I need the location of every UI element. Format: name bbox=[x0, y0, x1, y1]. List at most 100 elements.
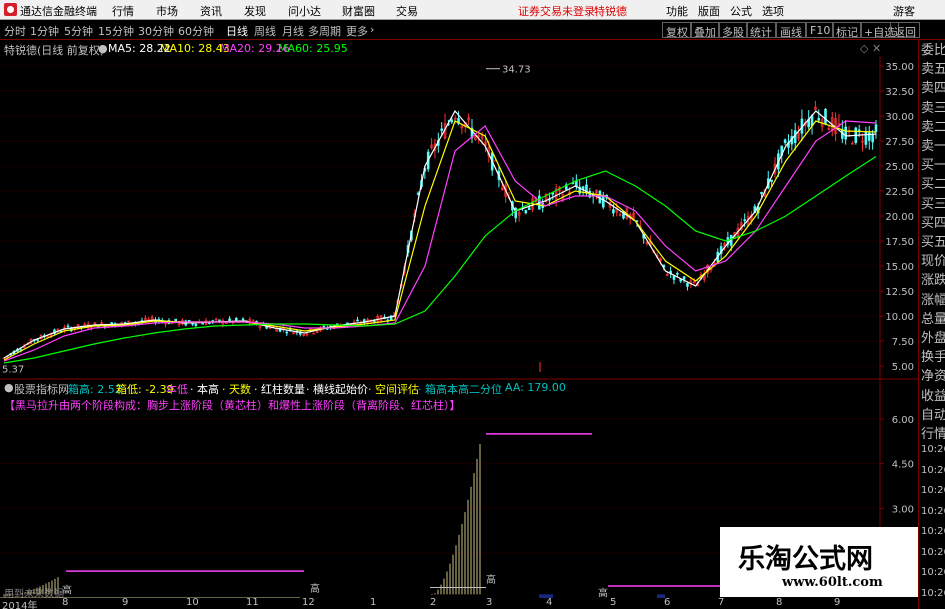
tab-1min[interactable]: 1分钟 bbox=[30, 23, 59, 39]
sidebar-item[interactable]: 外盘 bbox=[921, 332, 945, 345]
sidebar-item[interactable]: 换手 bbox=[921, 351, 945, 364]
price-tick-label: 12.50 bbox=[885, 287, 914, 298]
menu-hangqing[interactable]: 行情 bbox=[112, 3, 134, 19]
tab-30min[interactable]: 30分钟 bbox=[138, 23, 174, 39]
overlay-button[interactable]: 叠加 bbox=[690, 22, 720, 39]
sidebar-item[interactable]: 10:26 bbox=[921, 525, 945, 538]
x-tick-label: 9 bbox=[834, 597, 841, 608]
sidebar-item[interactable]: 卖五 bbox=[921, 63, 945, 76]
tab-fenshi[interactable]: 分时 bbox=[4, 23, 26, 39]
sidebar-item[interactable]: 涨跌 bbox=[921, 274, 945, 287]
candle-body bbox=[676, 272, 679, 275]
menu-faxian[interactable]: 发现 bbox=[244, 3, 266, 19]
sidebar-item[interactable]: 买四 bbox=[921, 217, 945, 230]
x-axis: 2014年 8 9 10 11 12 1 2 3 4 5 6 7 8 9 bbox=[0, 597, 918, 609]
sidebar-item[interactable]: 卖二 bbox=[921, 121, 945, 134]
tab-multi-period[interactable]: 多周期 bbox=[308, 23, 341, 39]
x-tick-label: 4 bbox=[546, 597, 553, 608]
mark-button[interactable]: 标记 bbox=[832, 22, 862, 39]
price-tick-label: 7.50 bbox=[892, 337, 914, 348]
sidebar-item[interactable]: 现价 bbox=[921, 255, 945, 268]
menu-caifuquan[interactable]: 财富圈 bbox=[342, 3, 375, 19]
menu-bar: 通达信金融终端 行情 市场 资讯 发现 问小达 财富圈 交易 证券交易未登录 特… bbox=[0, 0, 945, 20]
kline-chart[interactable]: 35.00 32.50 30.00 27.50 25.00 22.50 20.00 17.50… bbox=[0, 56, 918, 598]
gao-marker: 高 bbox=[310, 582, 320, 595]
price-tick-label: 32.50 bbox=[885, 87, 914, 98]
tab-monthly[interactable]: 月线 bbox=[282, 23, 304, 39]
candle-body bbox=[36, 339, 39, 341]
low-annotation: 5.37 bbox=[2, 364, 24, 375]
menu-gongshi[interactable]: 公式 bbox=[730, 3, 752, 19]
sidebar-item[interactable]: 10:26 bbox=[921, 464, 945, 477]
sidebar-item[interactable]: 卖四 bbox=[921, 82, 945, 95]
indicator-settings-icon[interactable]: ● bbox=[4, 381, 14, 394]
sidebar-item[interactable]: 委比 bbox=[921, 44, 945, 57]
menu-gongneng[interactable]: 功能 bbox=[666, 3, 688, 19]
sidebar-item[interactable]: 10:26 bbox=[921, 505, 945, 518]
sidebar-item[interactable]: 10:26 bbox=[921, 587, 945, 600]
multi-stock-button[interactable]: 多股 bbox=[718, 22, 748, 39]
sidebar-item[interactable]: 卖三 bbox=[921, 102, 945, 115]
high-annotation: 34.73 bbox=[502, 65, 531, 76]
candle-body bbox=[322, 325, 326, 328]
sidebar-item[interactable]: 10:26 bbox=[921, 484, 945, 497]
candle-body bbox=[527, 207, 531, 210]
sidebar-item[interactable]: 买一 bbox=[921, 159, 945, 172]
sidebar-item[interactable]: 10:26 bbox=[921, 546, 945, 559]
diamond-icon[interactable]: ◇ bbox=[860, 42, 868, 55]
sidebar-item[interactable]: 买二 bbox=[921, 178, 945, 191]
indicator-tick-label: 4.50 bbox=[892, 460, 914, 471]
back-button[interactable]: 返回 bbox=[890, 22, 920, 39]
sidebar-item[interactable]: 10:26 bbox=[921, 566, 945, 579]
menu-jiaoyi[interactable]: 交易 bbox=[396, 3, 418, 19]
f10-button[interactable]: F10 bbox=[806, 22, 835, 38]
tab-more[interactable]: 更多 bbox=[346, 23, 368, 39]
watermark-url: www.60lt.com bbox=[782, 575, 883, 590]
indicator-tick-label: 6.00 bbox=[892, 415, 914, 426]
sidebar-item[interactable]: 净资 bbox=[921, 370, 945, 383]
quote-sidebar[interactable]: 委比卖五卖四卖三卖二卖一买一买二买三买四买五现价涨跌涨幅总量外盘换手净资收益自动… bbox=[918, 40, 945, 609]
sidebar-item[interactable]: 买五 bbox=[921, 236, 945, 249]
price-tick-label: 17.50 bbox=[885, 237, 914, 248]
menu-wenxiaoda[interactable]: 问小达 bbox=[288, 3, 321, 19]
indicator-description: 【黑马拉升由两个阶段构成：胸步上涨阶段（黄芯柱）和爆性上涨阶段（背离阶段、红芯柱… bbox=[4, 399, 461, 412]
candle-body bbox=[598, 190, 602, 204]
legend-aa: · AA: 179.00 bbox=[498, 381, 566, 394]
close-icon[interactable]: ✕ bbox=[872, 42, 881, 55]
fuquan-button[interactable]: 复权 bbox=[662, 22, 692, 39]
sidebar-item[interactable]: 自动 bbox=[921, 409, 945, 422]
app-title: 通达信金融终端 bbox=[20, 5, 97, 18]
sidebar-item[interactable]: 行情 bbox=[921, 428, 945, 441]
sidebar-item[interactable]: 买三 bbox=[921, 198, 945, 211]
x-tick-label: 7 bbox=[718, 597, 725, 608]
menu-zixun[interactable]: 资讯 bbox=[200, 3, 222, 19]
candle-body bbox=[356, 319, 359, 322]
menu-shichang[interactable]: 市场 bbox=[156, 3, 178, 19]
chevron-right-icon[interactable]: › bbox=[370, 23, 374, 36]
menu-banmian[interactable]: 版面 bbox=[698, 3, 720, 19]
sidebar-item[interactable]: 涨幅 bbox=[921, 294, 945, 307]
price-tick-label: 30.00 bbox=[885, 112, 914, 123]
stats-button[interactable]: 统计 bbox=[746, 22, 776, 39]
tab-5min[interactable]: 5分钟 bbox=[64, 23, 93, 39]
price-tick-label: 25.00 bbox=[885, 162, 914, 173]
legend-line-start-price: · 横线起始价 bbox=[306, 383, 368, 396]
tab-weekly[interactable]: 周线 bbox=[254, 23, 276, 39]
indicator-name[interactable]: 股票指标网 bbox=[14, 381, 69, 397]
tab-60min[interactable]: 60分钟 bbox=[178, 23, 214, 39]
draw-button[interactable]: 画线 bbox=[776, 22, 806, 39]
price-tick-label: 35.00 bbox=[885, 62, 914, 73]
sidebar-item[interactable]: 10:26 bbox=[921, 443, 945, 456]
tab-15min[interactable]: 15分钟 bbox=[98, 23, 134, 39]
watermark-title: 乐淘公式网 bbox=[738, 544, 873, 575]
sidebar-item[interactable]: 总量 bbox=[921, 313, 945, 326]
tab-daily[interactable]: 日线 bbox=[226, 23, 248, 39]
login-notice[interactable]: 证券交易未登录 bbox=[518, 3, 595, 19]
user-guest[interactable]: 游客 bbox=[893, 3, 915, 19]
x-tick-label: 1 bbox=[370, 597, 377, 608]
settings-dot-icon[interactable]: ● bbox=[98, 42, 108, 55]
candle-body bbox=[450, 119, 454, 123]
sidebar-item[interactable]: 卖一 bbox=[921, 140, 945, 153]
menu-xuanxiang[interactable]: 选项 bbox=[762, 3, 784, 19]
sidebar-item[interactable]: 收益 bbox=[921, 390, 945, 403]
